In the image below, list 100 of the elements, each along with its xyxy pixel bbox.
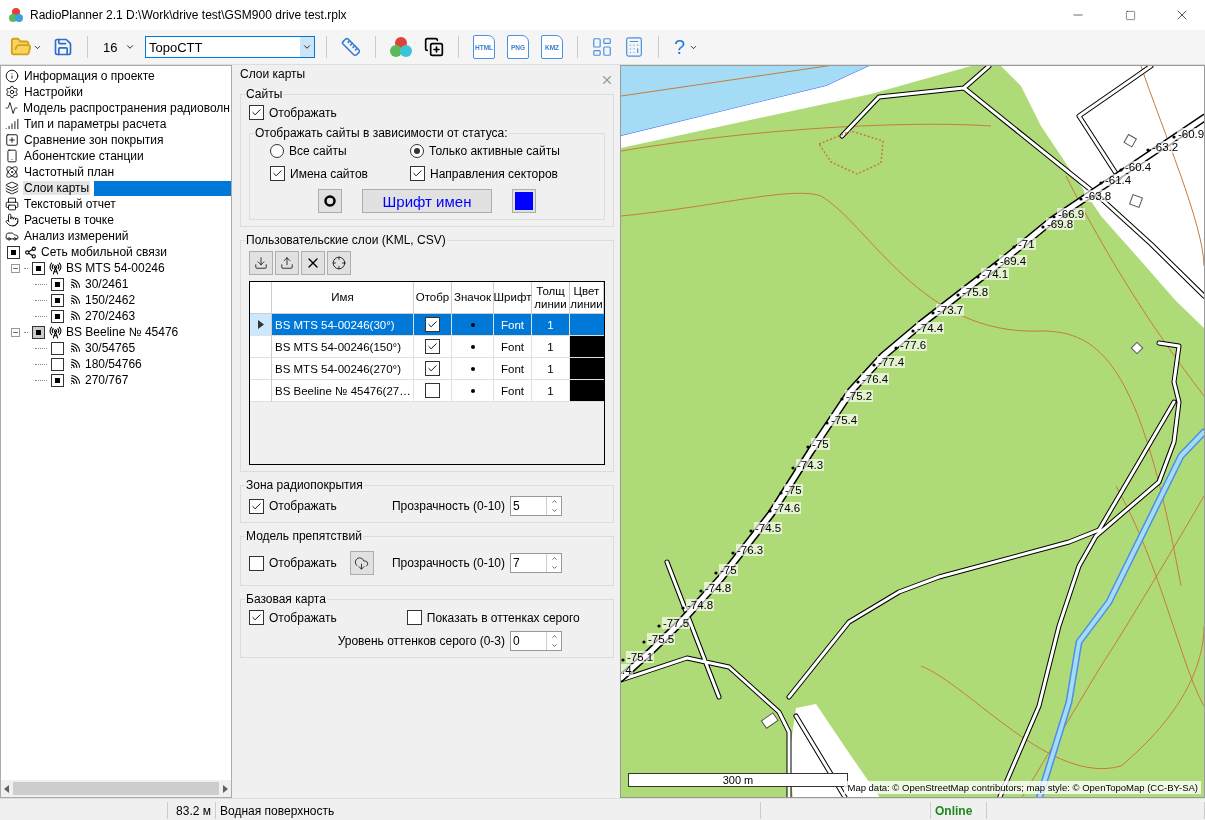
checkbox[interactable] bbox=[270, 166, 285, 181]
pointer-hand-icon bbox=[5, 213, 19, 227]
checkbox[interactable] bbox=[249, 610, 264, 625]
target-button[interactable] bbox=[327, 251, 351, 275]
tree-checkbox[interactable] bbox=[51, 341, 64, 355]
tree-checkbox[interactable] bbox=[7, 245, 20, 259]
tree-checkbox[interactable] bbox=[32, 261, 45, 275]
expand-toggle[interactable] bbox=[11, 263, 20, 273]
number-spinner[interactable]: 0 bbox=[510, 631, 562, 651]
table-cell: Font bbox=[494, 358, 532, 380]
download-icon bbox=[254, 256, 268, 270]
number-spinner[interactable]: 5 bbox=[510, 496, 562, 516]
checkbox-label[interactable]: Отображать bbox=[269, 105, 337, 120]
line-color-cell bbox=[570, 314, 604, 336]
checkbox[interactable] bbox=[425, 317, 440, 332]
font-button[interactable]: Шрифт имен bbox=[362, 189, 492, 213]
symbol-button[interactable] bbox=[318, 189, 342, 213]
tree-checkbox[interactable] bbox=[51, 293, 64, 307]
column-header[interactable]: Отобр bbox=[414, 282, 452, 314]
delete-button[interactable] bbox=[301, 251, 325, 275]
checkbox-label[interactable]: Направления секторов bbox=[430, 166, 558, 181]
tree-item[interactable]: 30/2461 bbox=[85, 277, 129, 291]
signal-reading: -60.4 bbox=[1124, 161, 1153, 173]
checkbox[interactable] bbox=[249, 555, 264, 571]
column-header[interactable]: Толщ линии bbox=[532, 282, 570, 314]
tree-checkbox[interactable] bbox=[51, 357, 64, 371]
color-circles-button[interactable] bbox=[387, 34, 415, 60]
tree-item[interactable]: 180/54766 bbox=[85, 357, 142, 371]
checkbox-label[interactable]: Отображать bbox=[269, 499, 337, 513]
group-title: Зона радиопокрытия bbox=[245, 478, 364, 492]
nav-item[interactable]: Модель распространения радиоволн bbox=[22, 101, 231, 115]
printer-icon bbox=[5, 197, 19, 211]
dot-icon bbox=[470, 366, 475, 371]
cloud-download-button[interactable] bbox=[349, 551, 374, 575]
nav-item[interactable]: Текстовый отчет bbox=[23, 197, 117, 211]
radio-label[interactable]: Все сайты bbox=[289, 144, 347, 158]
signal-reading: -74.1 bbox=[981, 268, 1010, 280]
tree-item[interactable]: 270/767 bbox=[85, 373, 129, 387]
nav-item[interactable]: Частотный план bbox=[23, 165, 116, 179]
checkbox[interactable] bbox=[249, 105, 264, 120]
tree-connector bbox=[35, 379, 47, 381]
table-cell: 1 bbox=[532, 358, 570, 380]
import-button[interactable] bbox=[249, 251, 273, 275]
tree-checkbox[interactable] bbox=[32, 325, 45, 339]
checkbox[interactable] bbox=[406, 610, 422, 625]
group-title: Отображать сайты в зависимости от статуса: bbox=[254, 126, 509, 140]
maximize-icon bbox=[1124, 9, 1136, 21]
checkbox-label[interactable]: Отображать bbox=[269, 556, 337, 570]
radio-button[interactable] bbox=[270, 144, 284, 158]
horizontal-scrollbar[interactable] bbox=[1, 780, 231, 797]
table-cell: 1 bbox=[532, 314, 570, 336]
row-header[interactable] bbox=[250, 314, 272, 336]
nav-item[interactable]: Абонентские станции bbox=[23, 149, 145, 163]
nav-item[interactable]: Настройки bbox=[23, 85, 84, 99]
checkbox-label[interactable]: Показать в оттенках серого bbox=[426, 610, 580, 625]
table-cell: 1 bbox=[532, 380, 570, 402]
column-header[interactable]: Цвет линии bbox=[570, 282, 604, 314]
table-cell: BS MTS 54-00246(30°) bbox=[272, 314, 414, 336]
tree-item[interactable]: 270/2463 bbox=[85, 309, 136, 323]
export-button[interactable] bbox=[275, 251, 299, 275]
map-source-dropdown[interactable]: TopoCTT bbox=[145, 36, 315, 58]
tree-item[interactable]: BS Beeline № 45476 bbox=[66, 325, 179, 339]
expand-toggle[interactable] bbox=[11, 327, 20, 337]
column-header[interactable]: Шрифт bbox=[494, 282, 532, 314]
zoom-dropdown[interactable]: 16 bbox=[99, 36, 139, 58]
tree-item[interactable]: Сеть мобильной связи bbox=[41, 245, 168, 259]
nav-item[interactable]: Сравнение зон покрытия bbox=[23, 133, 165, 147]
nav-item[interactable]: Тип и параметры расчета bbox=[23, 117, 168, 131]
column-header[interactable]: Имя bbox=[272, 282, 414, 314]
checkbox-label[interactable]: Имена сайтов bbox=[290, 166, 368, 181]
ring-icon bbox=[324, 195, 336, 207]
tree-connector bbox=[24, 331, 28, 333]
tree-item[interactable]: 150/2462 bbox=[85, 293, 136, 307]
tree-item[interactable]: 30/54765 bbox=[85, 341, 136, 355]
checkbox[interactable] bbox=[249, 498, 264, 514]
radio-label[interactable]: Только активные сайты bbox=[429, 144, 560, 158]
column-header[interactable]: Значок bbox=[452, 282, 494, 314]
tree-connector bbox=[24, 267, 28, 269]
color-circles-icon bbox=[389, 36, 413, 58]
nav-item[interactable]: Слои карты bbox=[23, 181, 91, 195]
checkbox[interactable] bbox=[425, 383, 440, 398]
nav-item[interactable]: Анализ измерений bbox=[23, 229, 130, 243]
tree-checkbox[interactable] bbox=[51, 309, 64, 323]
number-spinner[interactable]: 7 bbox=[510, 553, 562, 573]
checkbox[interactable] bbox=[425, 339, 440, 354]
checkbox-label[interactable]: Отображать bbox=[269, 610, 337, 625]
tree-checkbox[interactable] bbox=[51, 277, 64, 291]
checkbox[interactable] bbox=[410, 166, 425, 181]
header-corner bbox=[250, 282, 272, 314]
tree-checkbox[interactable] bbox=[51, 373, 64, 387]
dot-icon bbox=[470, 344, 475, 349]
radio-button[interactable] bbox=[410, 144, 424, 158]
check-icon bbox=[412, 168, 423, 179]
signal-reading: -69.8 bbox=[1046, 218, 1075, 230]
help-button[interactable]: ? bbox=[670, 35, 703, 59]
checkbox[interactable] bbox=[425, 361, 440, 376]
nav-item[interactable]: Информация о проекте bbox=[23, 69, 156, 83]
nav-item[interactable]: Расчеты в точке bbox=[23, 213, 115, 227]
tree-item[interactable]: BS MTS 54-00246 bbox=[66, 261, 165, 275]
scrollbar-thumb[interactable] bbox=[13, 782, 219, 795]
